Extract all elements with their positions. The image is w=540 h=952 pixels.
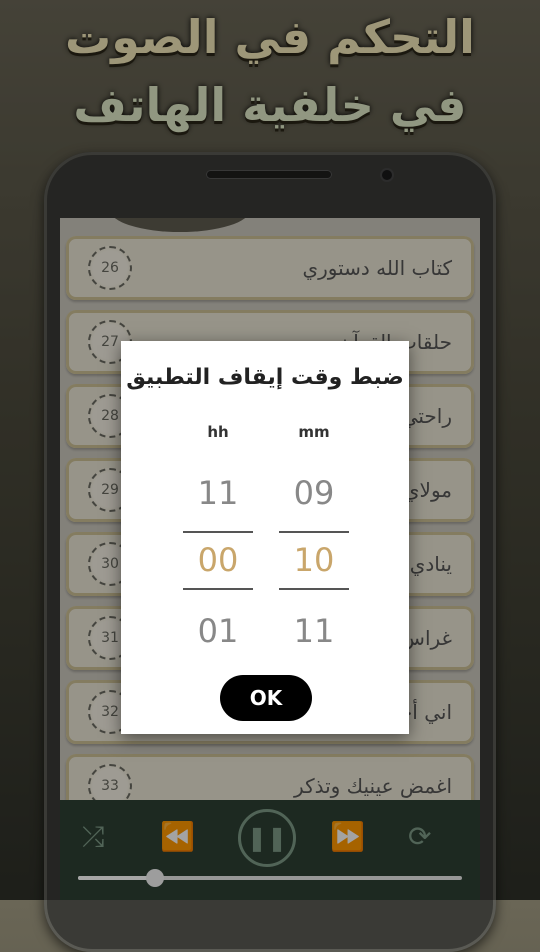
minute-next[interactable]: 11 <box>279 612 349 650</box>
progress-slider[interactable] <box>78 869 462 887</box>
phone-camera <box>382 170 392 180</box>
picker-divider <box>183 531 253 533</box>
promo-title-line1: التحكم في الصوت <box>65 10 475 64</box>
hour-selected[interactable]: 00 <box>183 541 253 579</box>
minute-selected[interactable]: 10 <box>279 541 349 579</box>
sleep-timer-dialog: ضبط وقت إيقاف التطبيق hh 11 00 01 mm 09 … <box>121 341 409 734</box>
player-bar: ⤮ ⏪ ❚❚ ⏩ ⟳ <box>60 800 480 900</box>
track-title: كتاب الله دستوري <box>302 256 452 280</box>
repeat-icon[interactable]: ⟳ <box>408 820 431 853</box>
next-icon[interactable]: ⏩ <box>330 820 365 853</box>
track-number: 26 <box>88 246 132 290</box>
hour-prev[interactable]: 11 <box>183 474 253 512</box>
picker-divider <box>183 588 253 590</box>
progress-fill <box>78 876 155 880</box>
phone-speaker <box>206 170 332 179</box>
list-item[interactable]: 26 كتاب الله دستوري <box>66 236 474 300</box>
track-title: اغمض عينيك وتذكر <box>294 774 452 798</box>
header-decoration <box>110 218 250 232</box>
promo-title-line2: في خلفية الهاتف <box>73 78 467 132</box>
picker-divider <box>279 588 349 590</box>
hour-label: hh <box>207 423 229 441</box>
pause-icon: ❚❚ <box>246 824 288 852</box>
ok-button[interactable]: OK <box>220 675 312 721</box>
picker-divider <box>279 531 349 533</box>
dialog-title: ضبط وقت إيقاف التطبيق <box>126 365 404 390</box>
progress-thumb[interactable] <box>145 869 164 887</box>
pause-button[interactable]: ❚❚ <box>238 809 296 867</box>
minute-prev[interactable]: 09 <box>279 474 349 512</box>
shuffle-icon[interactable]: ⤮ <box>82 820 104 854</box>
previous-icon[interactable]: ⏪ <box>160 820 195 853</box>
minute-label: mm <box>298 423 330 441</box>
hour-next[interactable]: 01 <box>183 612 253 650</box>
